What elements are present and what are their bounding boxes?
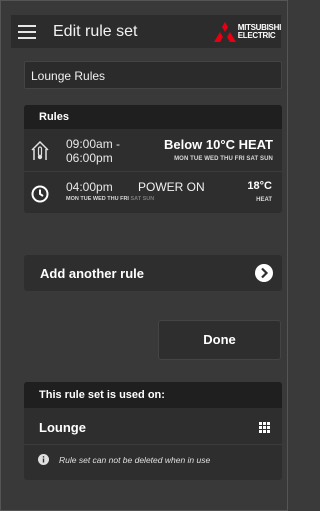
delete-warning-note: Rule set can not be deleted when in use bbox=[24, 445, 282, 475]
rule-row-temperature[interactable]: 09:00am - 06:00pm Below 10°C HEAT MON TU… bbox=[24, 129, 282, 171]
three-diamonds-icon bbox=[213, 22, 236, 42]
add-rule-button[interactable]: Add another rule bbox=[24, 255, 282, 291]
logo-text-line2: ELECTRIC bbox=[237, 31, 276, 40]
rule-action: Below 10°C HEAT bbox=[164, 137, 273, 152]
house-thermometer-icon bbox=[31, 141, 49, 160]
rule-end-time: 06:00pm bbox=[66, 151, 113, 165]
done-button[interactable]: Done bbox=[158, 320, 281, 360]
rule-temperature: 18°C bbox=[247, 180, 272, 192]
rule-time: 04:00pm bbox=[66, 180, 113, 194]
used-on-heading: This rule set is used on: bbox=[24, 382, 282, 408]
mitsubishi-logo: MITSUBISHI ELECTRIC bbox=[213, 22, 281, 42]
rule-days-inactive: SAT SUN bbox=[130, 196, 155, 202]
rule-row-schedule[interactable]: 04:00pm MON TUE WED THU FRI SAT SUN POWE… bbox=[24, 171, 282, 213]
chevron-right-icon bbox=[255, 264, 273, 282]
rules-panel: Rules 09:00am - 06:00pm Below 10°C HEAT … bbox=[24, 105, 282, 213]
app-frame: Edit rule set MITSUBISHI ELECTRIC Lounge… bbox=[0, 0, 288, 511]
rule-start-time: 09:00am - bbox=[66, 137, 121, 151]
rule-days-active: MON TUE WED THU FRI bbox=[66, 196, 129, 202]
rule-set-name-input[interactable]: Lounge Rules bbox=[24, 61, 282, 89]
menu-icon[interactable] bbox=[18, 24, 36, 39]
app-header: Edit rule set MITSUBISHI ELECTRIC bbox=[11, 15, 281, 48]
unit-name: Lounge bbox=[39, 420, 86, 435]
rule-time-range: 09:00am - 06:00pm bbox=[66, 137, 120, 165]
add-rule-label: Add another rule bbox=[40, 266, 145, 281]
rule-action: POWER ON bbox=[138, 180, 205, 194]
grid-icon bbox=[259, 422, 270, 433]
used-on-panel: This rule set is used on: Lounge Rule se… bbox=[24, 382, 282, 480]
delete-warning-text: Rule set can not be deleted when in use bbox=[59, 455, 211, 465]
rule-mode: HEAT bbox=[256, 197, 272, 203]
rule-days: MON TUE WED THU FRI SAT SUN bbox=[174, 156, 273, 162]
page-title: Edit rule set bbox=[53, 22, 138, 40]
used-on-unit-row[interactable]: Lounge bbox=[24, 408, 282, 445]
rules-heading: Rules bbox=[24, 105, 282, 129]
rule-days: MON TUE WED THU FRI SAT SUN bbox=[66, 196, 154, 202]
clock-icon bbox=[31, 185, 49, 203]
info-icon bbox=[38, 454, 49, 465]
